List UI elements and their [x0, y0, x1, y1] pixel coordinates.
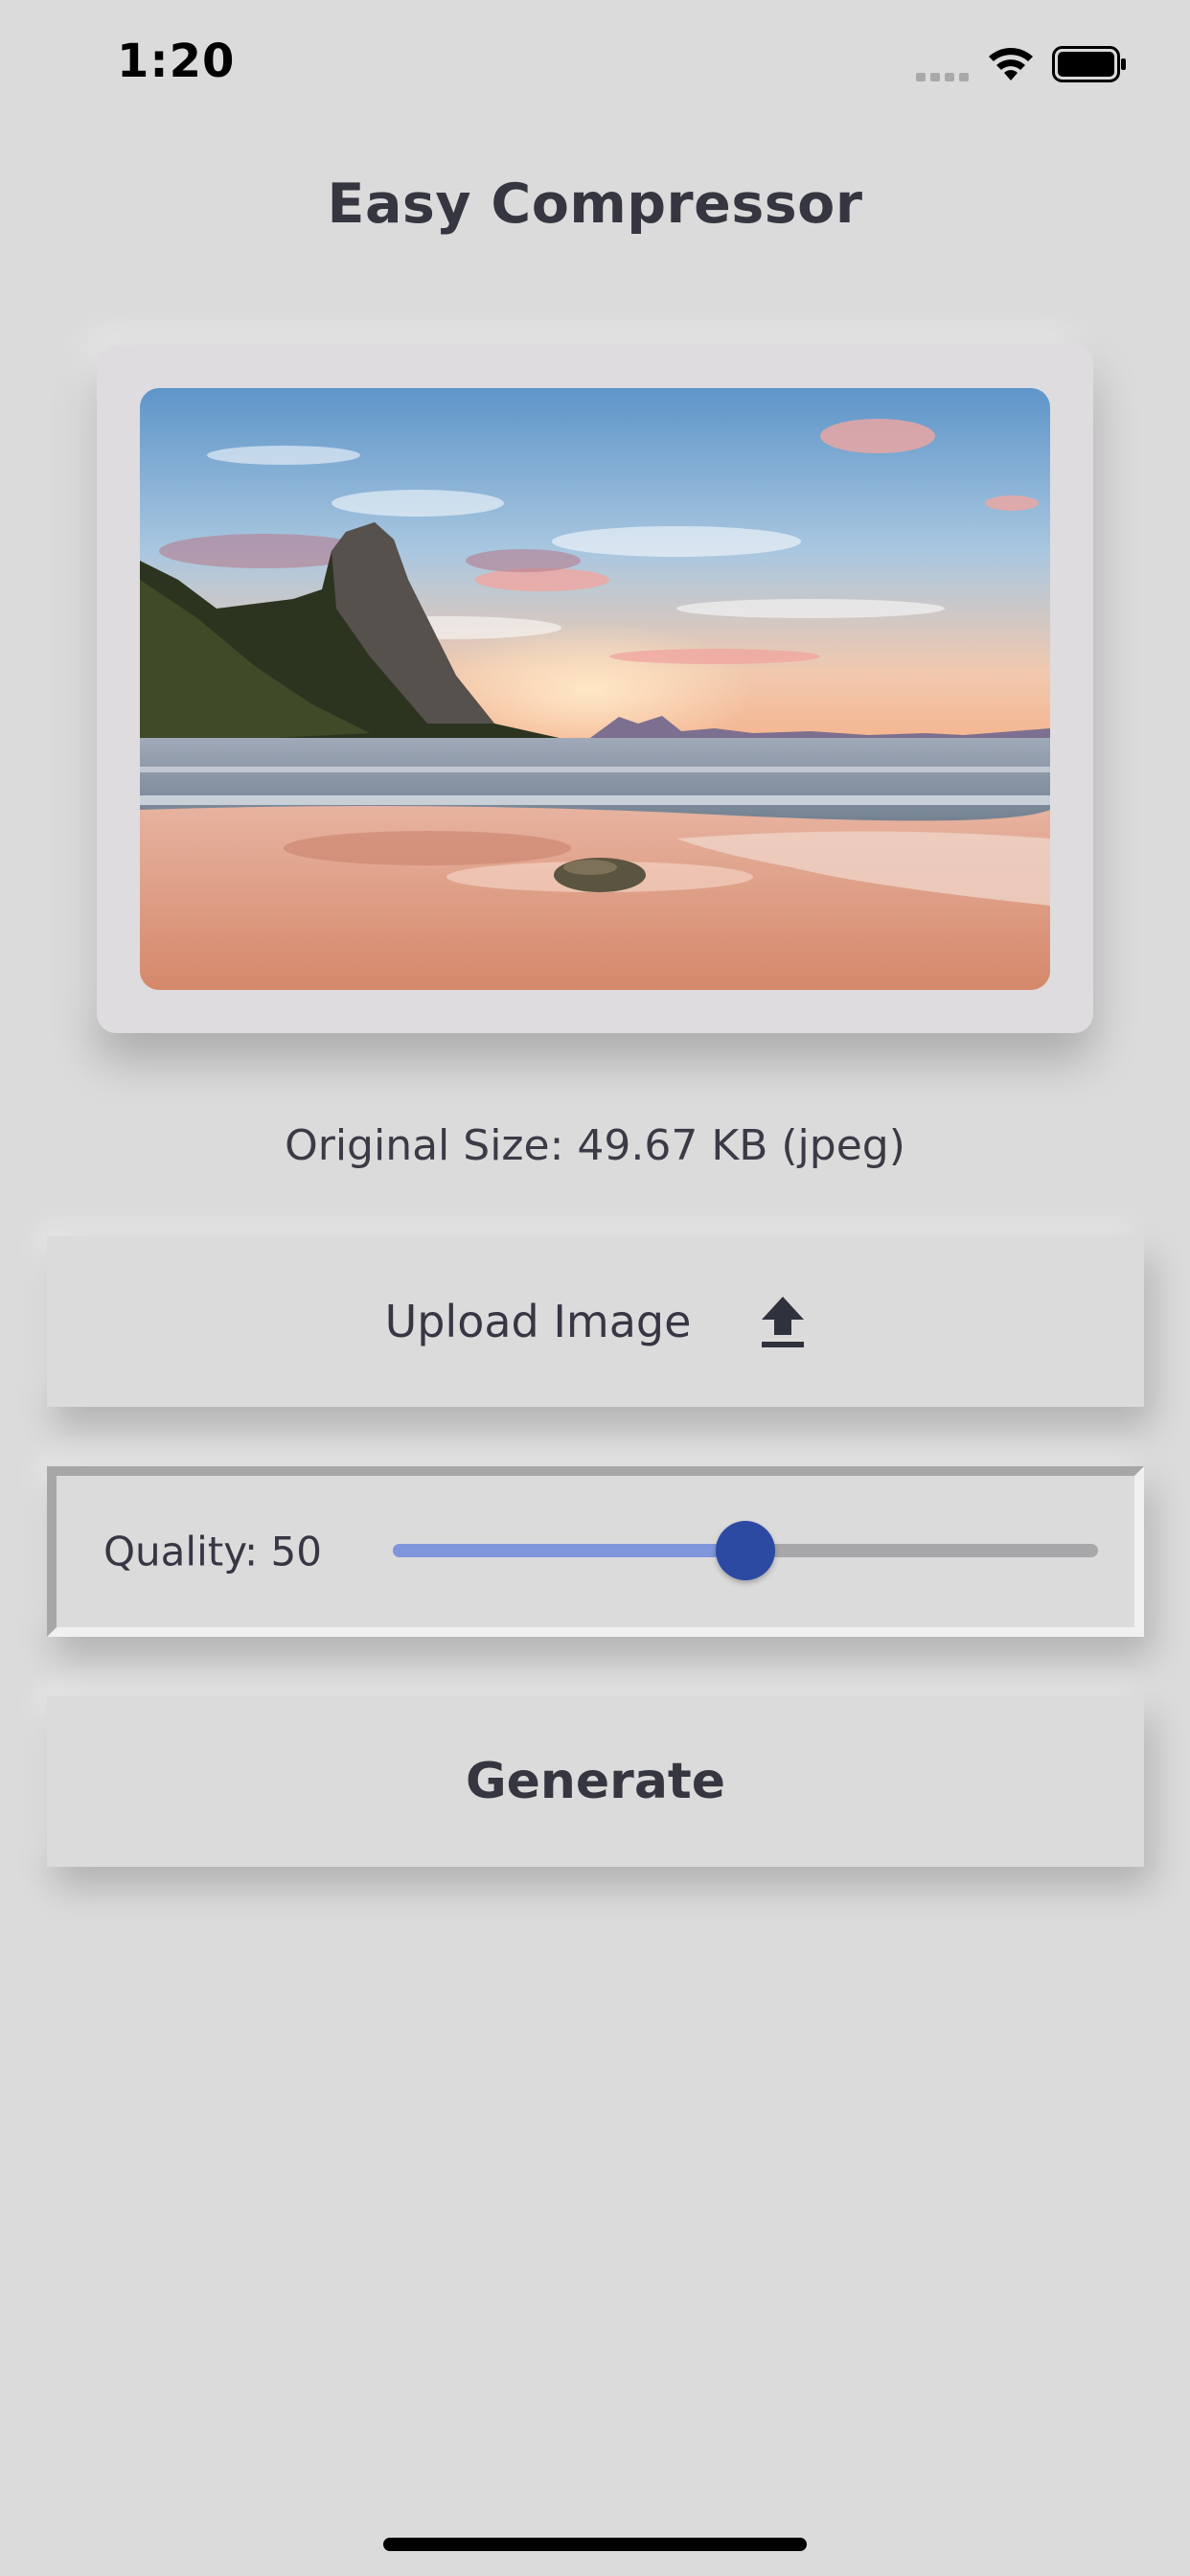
quality-slider-thumb[interactable]: [716, 1521, 775, 1580]
quality-slider[interactable]: [393, 1521, 1098, 1580]
generate-button[interactable]: Generate: [47, 1696, 1144, 1867]
original-size-label: Original Size: 49.67 KB (jpeg): [285, 1121, 905, 1170]
preview-image: [140, 388, 1050, 990]
quality-slider-panel: Quality: 50: [47, 1466, 1144, 1637]
upload-icon: [762, 1297, 805, 1347]
image-preview-card: [97, 345, 1093, 1033]
wifi-icon: [989, 48, 1033, 80]
generate-label: Generate: [465, 1753, 726, 1810]
status-time: 1:20: [117, 34, 236, 88]
home-indicator[interactable]: [383, 2538, 807, 2551]
quality-slider-fill: [393, 1544, 745, 1557]
page-title: Easy Compressor: [327, 172, 863, 236]
upload-image-button[interactable]: Upload Image: [47, 1236, 1144, 1407]
battery-icon: [1052, 46, 1126, 82]
status-bar: 1:20: [0, 0, 1190, 134]
cellular-signal-icon: [916, 73, 969, 81]
upload-image-label: Upload Image: [384, 1296, 692, 1347]
quality-label: Quality: 50: [103, 1528, 322, 1576]
